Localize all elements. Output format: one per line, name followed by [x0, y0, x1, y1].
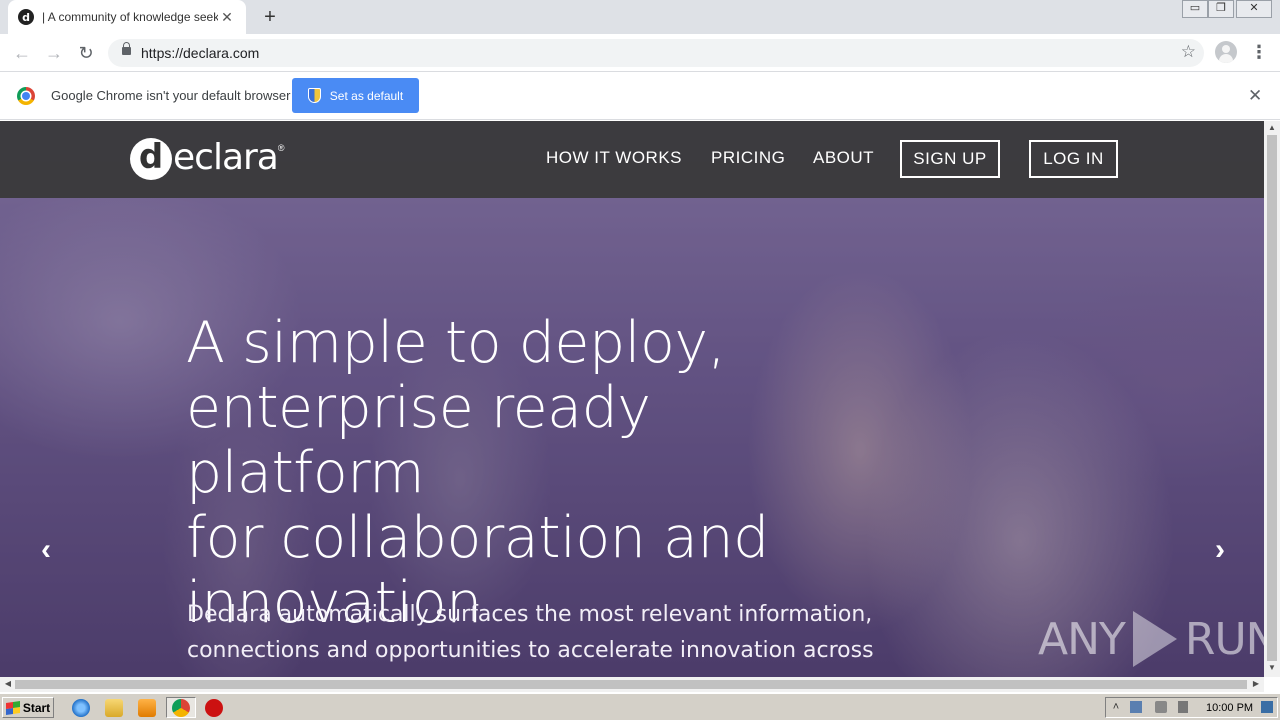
- horizontal-scrollbar[interactable]: ◀ ▶: [0, 677, 1264, 692]
- page-viewport: d eclara ® HOW IT WORKS PRICING ABOUT SI…: [0, 121, 1264, 677]
- security-app-icon[interactable]: [205, 699, 223, 717]
- lock-icon[interactable]: [122, 42, 131, 55]
- set-as-default-button[interactable]: Set as default: [292, 78, 419, 113]
- hero-subtext: Declara automatically surfaces the most …: [187, 597, 887, 669]
- network-icon[interactable]: [1130, 701, 1142, 713]
- show-desktop-icon[interactable]: [1261, 701, 1273, 713]
- scroll-down-icon[interactable]: ▼: [1264, 661, 1280, 675]
- declara-logo[interactable]: d eclara ®: [130, 137, 285, 181]
- taskbar-clock[interactable]: 10:00 PM: [1206, 702, 1253, 714]
- chrome-menu-icon[interactable]: ⋮: [1250, 41, 1268, 63]
- tab-close-icon[interactable]: ✕: [218, 9, 236, 26]
- chrome-logo-icon: [17, 87, 35, 105]
- vertical-scrollbar[interactable]: ▲ ▼: [1264, 121, 1280, 677]
- scroll-right-icon[interactable]: ▶: [1248, 677, 1264, 691]
- logo-mark: d: [130, 138, 172, 180]
- hero-subtext-line: connections and opportunities to acceler…: [187, 638, 874, 663]
- hero-headline-line: A simple to deploy,: [186, 310, 726, 376]
- browser-toolbar: ← → ↻ https://declara.com ☆: [0, 34, 1280, 72]
- internet-explorer-icon[interactable]: [72, 699, 90, 717]
- close-window-button[interactable]: ✕: [1236, 0, 1272, 18]
- url-text[interactable]: https://declara.com: [141, 45, 259, 61]
- volume-icon[interactable]: [1155, 701, 1167, 713]
- infobar-message: Google Chrome isn't your default browser: [51, 88, 291, 103]
- restore-button[interactable]: ❐: [1208, 0, 1234, 18]
- default-browser-infobar: Google Chrome isn't your default browser…: [0, 72, 1280, 120]
- sign-up-button[interactable]: SIGN UP: [900, 140, 1000, 178]
- new-tab-button[interactable]: +: [258, 5, 282, 29]
- log-in-button[interactable]: LOG IN: [1029, 140, 1118, 178]
- taskbar: Start ˄ 10:00 PM: [0, 693, 1280, 720]
- nav-how-it-works[interactable]: HOW IT WORKS: [546, 148, 682, 168]
- back-button[interactable]: ←: [10, 41, 34, 65]
- hero-headline-line: enterprise ready platform: [186, 375, 651, 506]
- anyrun-watermark: ANY RUN: [1038, 607, 1264, 671]
- reload-button[interactable]: ↻: [74, 41, 98, 65]
- start-label: Start: [22, 700, 51, 715]
- nav-about[interactable]: ABOUT: [813, 148, 874, 168]
- profile-avatar-icon[interactable]: [1215, 41, 1237, 63]
- chrome-taskbar-icon[interactable]: [172, 699, 190, 717]
- scroll-up-icon[interactable]: ▲: [1264, 121, 1280, 135]
- address-bar[interactable]: https://declara.com ☆: [108, 39, 1204, 67]
- media-player-icon[interactable]: [138, 699, 156, 717]
- tab-strip: d | A community of knowledge seekers ✕ +…: [0, 0, 1280, 34]
- tab-title: | A community of knowledge seekers: [42, 10, 218, 24]
- logo-text: eclara: [173, 136, 279, 178]
- action-center-flag-icon[interactable]: [1178, 701, 1188, 713]
- nav-pricing[interactable]: PRICING: [711, 148, 785, 168]
- site-header: d eclara ® HOW IT WORKS PRICING ABOUT SI…: [0, 121, 1264, 198]
- horizontal-scroll-thumb[interactable]: [15, 680, 1247, 689]
- browser-tab[interactable]: d | A community of knowledge seekers ✕: [8, 0, 246, 34]
- logo-registered-mark: ®: [277, 143, 285, 153]
- play-icon: [1132, 611, 1177, 667]
- declara-favicon-icon: d: [18, 9, 34, 25]
- watermark-left-text: ANY: [1038, 613, 1126, 665]
- tray-expand-icon[interactable]: ˄: [1110, 701, 1122, 713]
- hero-subtext-line: Declara automatically surfaces the most …: [187, 602, 873, 627]
- bookmark-star-icon[interactable]: ☆: [1181, 42, 1196, 62]
- watermark-right-text: RUN: [1184, 613, 1264, 665]
- start-button[interactable]: Start: [2, 697, 54, 718]
- carousel-prev-arrow-icon[interactable]: ‹: [32, 535, 60, 565]
- infobar-close-icon[interactable]: ✕: [1248, 86, 1262, 106]
- set-as-default-label: Set as default: [329, 88, 404, 103]
- vertical-scroll-thumb[interactable]: [1267, 135, 1277, 661]
- forward-button[interactable]: →: [42, 41, 66, 65]
- carousel-next-arrow-icon[interactable]: ›: [1206, 535, 1234, 565]
- hero-headline: A simple to deploy, enterprise ready pla…: [186, 311, 886, 636]
- minimize-button[interactable]: ▭: [1182, 0, 1208, 18]
- windows-logo-icon: [5, 700, 20, 715]
- uac-shield-icon: [307, 88, 321, 103]
- scroll-left-icon[interactable]: ◀: [0, 677, 16, 691]
- file-explorer-icon[interactable]: [105, 699, 123, 717]
- hero-headline-line: for collaboration and: [186, 505, 769, 571]
